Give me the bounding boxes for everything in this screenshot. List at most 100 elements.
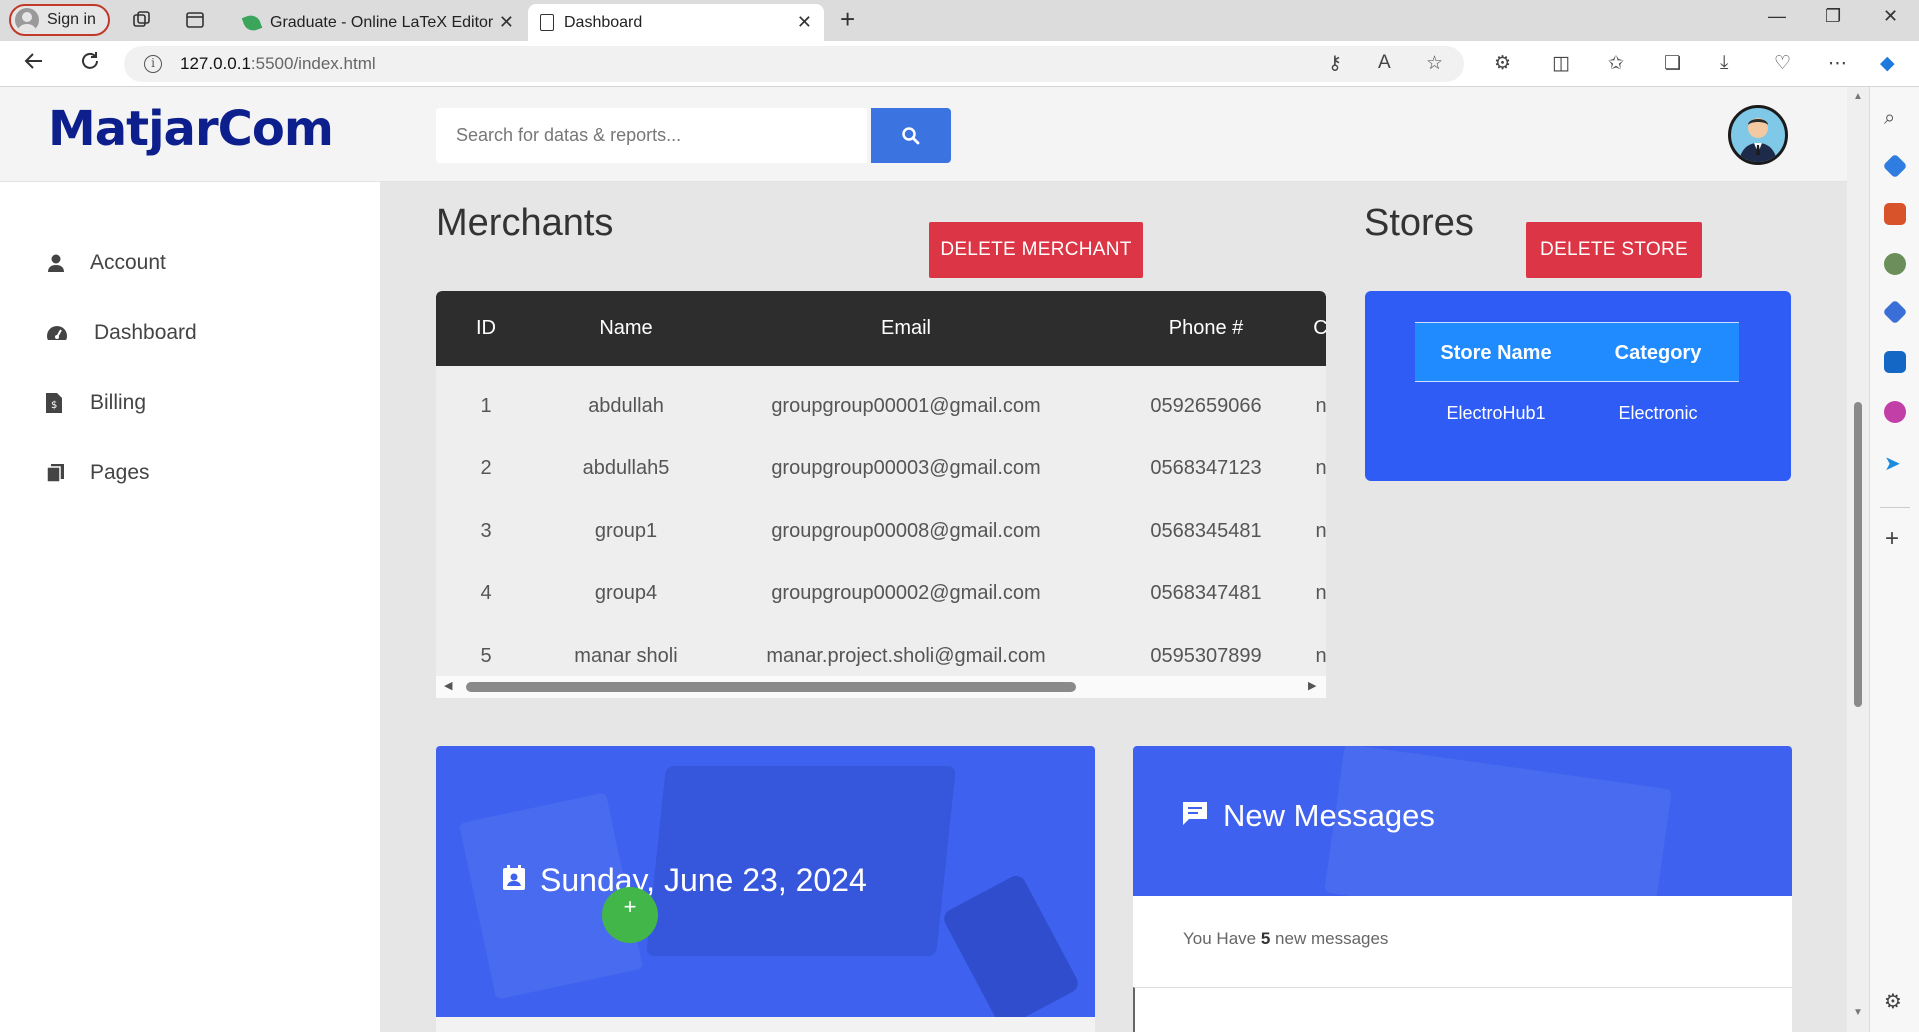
scroll-left-icon[interactable]: ◀	[444, 679, 452, 692]
background-decoration	[646, 766, 956, 956]
cell-email: groupgroup00002@gmail.com	[771, 582, 1041, 604]
message-icon	[1181, 798, 1209, 834]
scroll-right-icon[interactable]: ▶	[1308, 679, 1316, 692]
table-horizontal-scrollbar[interactable]: ◀ ▶	[436, 676, 1326, 698]
microsoft-365-icon[interactable]	[1882, 299, 1908, 325]
sidebar-item-dashboard[interactable]: Dashboard	[0, 298, 380, 368]
messages-count: 5	[1260, 929, 1271, 948]
split-screen-icon[interactable]: ◫	[1552, 52, 1570, 75]
sidebar-item-billing[interactable]: $ Billing	[0, 368, 380, 438]
search-input[interactable]: Search for datas & reports...	[436, 108, 867, 163]
table-row[interactable]: 4 group4 groupgroup00002@gmail.com 05683…	[436, 562, 1326, 624]
user-avatar[interactable]	[1728, 105, 1788, 165]
outlook-icon[interactable]	[1884, 351, 1906, 373]
overleaf-icon	[241, 12, 263, 33]
table-row[interactable]: 3 group1 groupgroup00008@gmail.com 05683…	[436, 500, 1326, 562]
tools-icon[interactable]	[1884, 203, 1906, 225]
scroll-down-icon[interactable]: ▼	[1853, 1007, 1863, 1018]
stores-table-header: Store Name Category	[1415, 322, 1739, 382]
messages-list-area[interactable]	[1133, 987, 1792, 1032]
column-header-store-name[interactable]: Store Name	[1415, 323, 1577, 381]
minimize-icon[interactable]: —	[1768, 6, 1786, 27]
new-tab-icon[interactable]: +	[840, 4, 855, 35]
app-sidebar: MatjarCom Account Dashboard $ Billing Pa…	[0, 87, 380, 1032]
favorites-icon[interactable]: ✩	[1608, 52, 1624, 75]
search-icon[interactable]: ⌕	[1884, 107, 1906, 129]
favorite-star-icon[interactable]: ☆	[1426, 52, 1443, 75]
restore-icon[interactable]: ❐	[1825, 6, 1841, 27]
column-header-id[interactable]: ID	[446, 291, 526, 366]
close-tab-icon[interactable]: ✕	[797, 12, 812, 33]
downloads-icon[interactable]: ⤓	[1720, 52, 1728, 74]
page-viewport: MatjarCom Account Dashboard $ Billing Pa…	[0, 87, 1847, 1032]
card-footer	[436, 1017, 1095, 1032]
collections-icon[interactable]	[132, 10, 152, 30]
close-window-icon[interactable]: ✕	[1883, 6, 1898, 27]
table-row[interactable]: 2 abdullah5 groupgroup00003@gmail.com 05…	[436, 437, 1326, 499]
cell-name: group4	[594, 582, 658, 604]
address-bar: i 127.0.0.1:5500/index.html ⚷ A ☆ ⚙ ◫ ✩ …	[0, 41, 1919, 87]
merchants-table: ID Name Email Phone # Ca 1 abdullah grou…	[436, 291, 1326, 698]
user-icon	[46, 253, 66, 273]
column-header-category[interactable]: Category	[1577, 323, 1739, 381]
tab-latex-editor[interactable]: Graduate - Online LaTeX Editor O ✕	[232, 4, 526, 41]
send-icon[interactable]: ➤	[1884, 451, 1906, 475]
page-scrollbar[interactable]: ▲ ▼	[1847, 87, 1869, 1032]
cell-id: 2	[480, 457, 492, 479]
sidebar-item-pages[interactable]: Pages	[0, 438, 380, 508]
tab-actions-icon[interactable]	[185, 10, 205, 30]
cell-category: nc	[1315, 395, 1326, 417]
key-icon[interactable]: ⚷	[1328, 52, 1342, 75]
designer-icon[interactable]	[1884, 401, 1906, 423]
delete-merchant-button[interactable]: DELETE MERCHANT	[929, 222, 1143, 278]
add-button[interactable]: +	[602, 887, 658, 943]
sidebar-item-label: Account	[90, 251, 166, 274]
url-path: :5500/index.html	[250, 54, 376, 73]
column-header-phone[interactable]: Phone #	[1096, 291, 1316, 366]
refresh-icon[interactable]	[78, 49, 102, 80]
back-icon[interactable]	[22, 49, 46, 80]
url-field[interactable]: i 127.0.0.1:5500/index.html	[124, 46, 1464, 82]
sidebar-item-label: Billing	[90, 391, 147, 414]
table-row[interactable]: 1 abdullah groupgroup00001@gmail.com 059…	[436, 375, 1326, 437]
delete-store-button[interactable]: DELETE STORE	[1526, 222, 1702, 278]
close-tab-icon[interactable]: ✕	[499, 12, 514, 33]
date-card: Sunday, June 23, 2024	[436, 746, 1095, 1032]
read-aloud-icon[interactable]: A	[1378, 52, 1391, 74]
shopping-tag-icon[interactable]	[1882, 153, 1908, 179]
add-sidebar-app-icon[interactable]: +	[1885, 525, 1899, 553]
tab-title: Graduate - Online LaTeX Editor O	[270, 13, 493, 31]
search-button[interactable]	[871, 108, 951, 163]
scrollbar-thumb[interactable]	[1854, 402, 1862, 707]
cell-email: groupgroup00003@gmail.com	[771, 457, 1041, 479]
cell-name: group1	[594, 520, 658, 542]
column-header-name[interactable]: Name	[546, 291, 706, 366]
scroll-up-icon[interactable]: ▲	[1853, 91, 1863, 102]
stores-title: Stores	[1364, 202, 1474, 244]
browser-essentials-icon[interactable]: ♡	[1774, 52, 1791, 75]
collections-icon[interactable]: ❏	[1664, 52, 1681, 75]
sidebar-settings-icon[interactable]: ⚙	[1884, 989, 1906, 1013]
cell-email: groupgroup00001@gmail.com	[771, 395, 1041, 417]
scrollbar-thumb[interactable]	[466, 682, 1076, 692]
sidebar-item-account[interactable]: Account	[0, 228, 380, 298]
table-row[interactable]: ElectroHub1 Electronic	[1415, 382, 1739, 444]
site-info-icon[interactable]: i	[144, 55, 162, 73]
cell-email: groupgroup00008@gmail.com	[771, 520, 1041, 542]
dashboard-icon	[46, 323, 67, 343]
app-logo[interactable]: MatjarCom	[48, 101, 380, 157]
column-header-category[interactable]: Ca	[1296, 291, 1326, 366]
column-header-email[interactable]: Email	[726, 291, 1086, 366]
messages-prefix: You Have	[1183, 929, 1257, 948]
tab-dashboard[interactable]: Dashboard ✕	[528, 4, 824, 41]
stores-card: Store Name Category ElectroHub1 Electron…	[1365, 291, 1791, 481]
games-icon[interactable]	[1884, 253, 1906, 275]
tab-title: Dashboard	[564, 13, 643, 31]
sign-in-button[interactable]: Sign in	[9, 4, 110, 36]
sidebar-menu: Account Dashboard $ Billing Pages	[0, 228, 380, 508]
messages-title-text: New Messages	[1223, 798, 1435, 833]
more-options-icon[interactable]: ⋯	[1828, 52, 1847, 75]
sidebar-divider	[1880, 507, 1910, 508]
extensions-icon[interactable]: ⚙	[1494, 52, 1511, 75]
copilot-icon[interactable]: ◆	[1880, 52, 1895, 75]
